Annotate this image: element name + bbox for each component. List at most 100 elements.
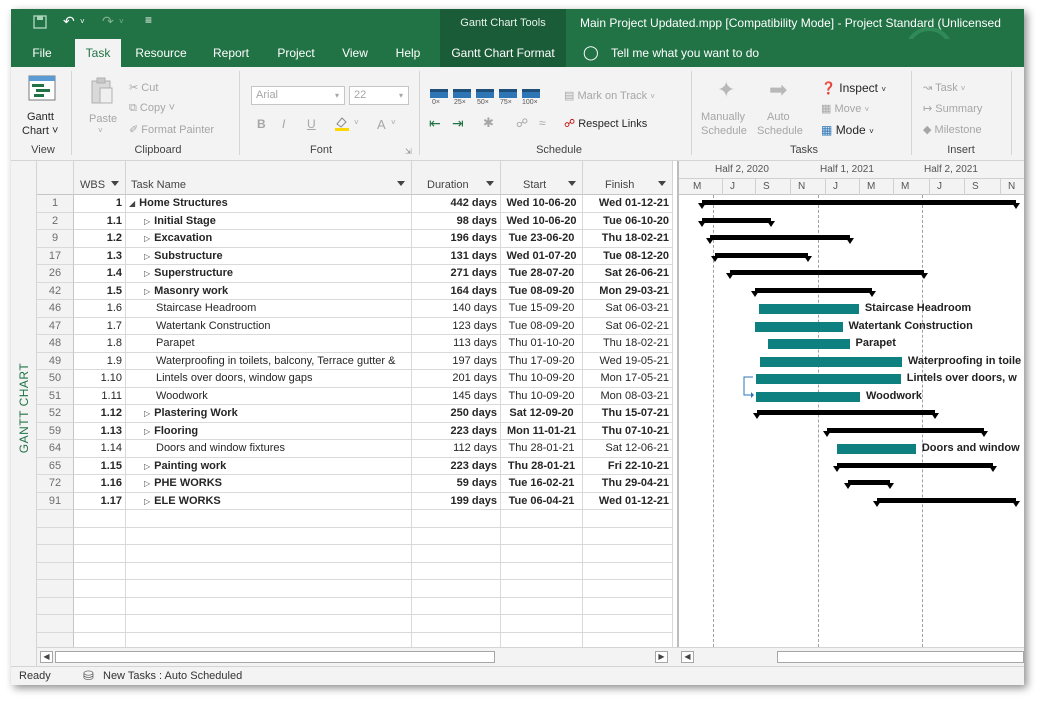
expand-icon[interactable]: ▷ xyxy=(144,462,150,471)
task-name-cell[interactable]: Parapet xyxy=(126,335,412,353)
scroll-left-icon[interactable]: ◀ xyxy=(40,651,53,663)
auto-schedule-button[interactable]: ➡ Auto Schedule xyxy=(755,77,809,139)
task-name-cell[interactable] xyxy=(126,615,412,633)
font-size-dropdown-icon[interactable]: ▾ xyxy=(399,86,409,105)
start-cell[interactable]: Thu 10-09-20 xyxy=(501,387,583,405)
scale-50-icon[interactable] xyxy=(476,89,494,98)
task-bar[interactable] xyxy=(837,444,916,454)
finish-cell[interactable]: Mon 08-03-21 xyxy=(583,387,673,405)
table-row[interactable]: 47 1.7 Watertank Construction 123 days Tue 0… xyxy=(37,317,673,335)
start-cell[interactable]: Tue 15-09-20 xyxy=(501,300,583,318)
scroll-left-icon[interactable]: ◀ xyxy=(681,651,694,663)
row-id-cell[interactable]: 2 xyxy=(37,212,74,230)
scroll-thumb[interactable] xyxy=(777,651,1024,663)
duration-cell[interactable] xyxy=(412,632,501,647)
start-cell[interactable] xyxy=(501,562,583,580)
link-tasks-icon[interactable]: ☍ xyxy=(516,116,528,130)
outdent-icon[interactable]: ⇤ xyxy=(429,115,441,132)
task-name-cell[interactable] xyxy=(126,580,412,598)
wbs-cell[interactable]: 1.13 xyxy=(74,422,126,440)
table-row[interactable] xyxy=(37,580,673,598)
task-bar[interactable] xyxy=(755,391,860,402)
expand-icon[interactable]: ▷ xyxy=(144,217,150,226)
finish-cell[interactable]: Sat 12-06-21 xyxy=(583,440,673,458)
start-cell[interactable]: Thu 28-01-21 xyxy=(501,457,583,475)
task-name-cell[interactable]: ▷ Excavation xyxy=(126,230,412,248)
row-id-cell[interactable] xyxy=(37,580,74,598)
duration-cell[interactable]: 223 days xyxy=(412,422,501,440)
expand-icon[interactable]: ▷ xyxy=(144,497,150,506)
redo-dropdown-icon[interactable]: ˅ xyxy=(119,17,124,26)
duration-cell[interactable]: 123 days xyxy=(412,317,501,335)
font-name-input[interactable]: Arial xyxy=(251,86,345,105)
task-name-cell[interactable] xyxy=(126,510,412,528)
table-row[interactable]: 64 1.14 Doors and window fixtures 112 days T… xyxy=(37,440,673,458)
duration-cell[interactable]: 442 days xyxy=(412,195,501,213)
wbs-cell[interactable]: 1.1 xyxy=(74,212,126,230)
finish-cell[interactable]: Sat 06-03-21 xyxy=(583,300,673,318)
start-cell[interactable] xyxy=(501,545,583,563)
start-cell[interactable] xyxy=(501,580,583,598)
duration-cell[interactable]: 112 days xyxy=(412,440,501,458)
duration-cell[interactable] xyxy=(412,527,501,545)
start-cell[interactable]: Wed 01-07-20 xyxy=(501,247,583,265)
wbs-cell[interactable]: 1.15 xyxy=(74,457,126,475)
table-row[interactable]: 49 1.9 Waterproofing in toilets, balcony, … xyxy=(37,352,673,370)
start-cell[interactable] xyxy=(501,632,583,647)
start-cell[interactable]: Sat 12-09-20 xyxy=(501,405,583,423)
font-color-dropdown-icon[interactable]: ˅ xyxy=(391,118,396,127)
wbs-cell[interactable]: 1 xyxy=(74,195,126,213)
finish-cell[interactable]: Sat 06-02-21 xyxy=(583,317,673,335)
scale-75-icon[interactable] xyxy=(499,89,517,98)
wbs-cell[interactable] xyxy=(74,615,126,633)
start-cell[interactable] xyxy=(501,510,583,528)
expand-icon[interactable]: ▷ xyxy=(144,234,150,243)
font-name-dropdown-icon[interactable]: ▾ xyxy=(335,86,345,105)
duration-cell[interactable]: 201 days xyxy=(412,370,501,388)
finish-cell[interactable]: Thu 15-07-21 xyxy=(583,405,673,423)
unlink-tasks-icon[interactable]: ≈ xyxy=(539,116,546,130)
tab-report[interactable]: Report xyxy=(207,39,255,67)
start-cell[interactable] xyxy=(501,615,583,633)
wbs-cell[interactable]: 1.8 xyxy=(74,335,126,353)
row-id-cell[interactable]: 26 xyxy=(37,265,74,283)
table-row[interactable] xyxy=(37,632,673,647)
row-id-cell[interactable]: 9 xyxy=(37,230,74,248)
task-bar[interactable] xyxy=(755,374,901,384)
start-cell[interactable]: Wed 10-06-20 xyxy=(501,195,583,213)
finish-cell[interactable]: Mon 17-05-21 xyxy=(583,370,673,388)
wbs-cell[interactable]: 1.12 xyxy=(74,405,126,423)
wbs-cell[interactable]: 1.14 xyxy=(74,440,126,458)
summary-bar[interactable] xyxy=(872,497,1021,507)
wbs-cell[interactable] xyxy=(74,545,126,563)
underline-button[interactable]: U xyxy=(307,117,316,131)
wbs-cell[interactable] xyxy=(74,632,126,647)
row-id-cell[interactable]: 50 xyxy=(37,370,74,388)
finish-cell[interactable]: Thu 18-02-21 xyxy=(583,335,673,353)
inspect-button[interactable]: ❓ Inspect ˅ xyxy=(821,81,886,95)
summary-bar[interactable] xyxy=(844,480,895,489)
summary-bar[interactable] xyxy=(833,462,998,472)
table-row[interactable]: 52 1.12 ▷ Plastering Work 250 days Sat 12-09-… xyxy=(37,405,673,423)
table-row[interactable]: 26 1.4 ▷ Superstructure 271 days Tue 28-07-20… xyxy=(37,265,673,283)
table-row[interactable]: 17 1.3 ▷ Substructure 131 days Wed 01-07-20 Tu… xyxy=(37,247,673,265)
wbs-cell[interactable]: 1.2 xyxy=(74,230,126,248)
wbs-cell[interactable] xyxy=(74,527,126,545)
start-cell[interactable]: Thu 28-01-21 xyxy=(501,440,583,458)
duration-cell[interactable] xyxy=(412,562,501,580)
row-id-cell[interactable]: 65 xyxy=(37,457,74,475)
row-id-cell[interactable]: 1 xyxy=(37,195,74,213)
wbs-cell[interactable] xyxy=(74,510,126,528)
task-name-cell[interactable] xyxy=(126,597,412,615)
duration-cell[interactable]: 145 days xyxy=(412,387,501,405)
finish-cell[interactable]: Thu 07-10-21 xyxy=(583,422,673,440)
task-name-cell[interactable]: ▷ Initial Stage xyxy=(126,212,412,230)
start-cell[interactable] xyxy=(501,597,583,615)
finish-cell[interactable] xyxy=(583,597,673,615)
table-horizontal-scrollbar[interactable]: ◀ ▶ xyxy=(37,647,677,666)
start-cell[interactable] xyxy=(501,527,583,545)
duration-cell[interactable] xyxy=(412,615,501,633)
row-id-cell[interactable] xyxy=(37,562,74,580)
finish-cell[interactable]: Wed 01-12-21 xyxy=(583,492,673,510)
finish-cell[interactable] xyxy=(583,562,673,580)
